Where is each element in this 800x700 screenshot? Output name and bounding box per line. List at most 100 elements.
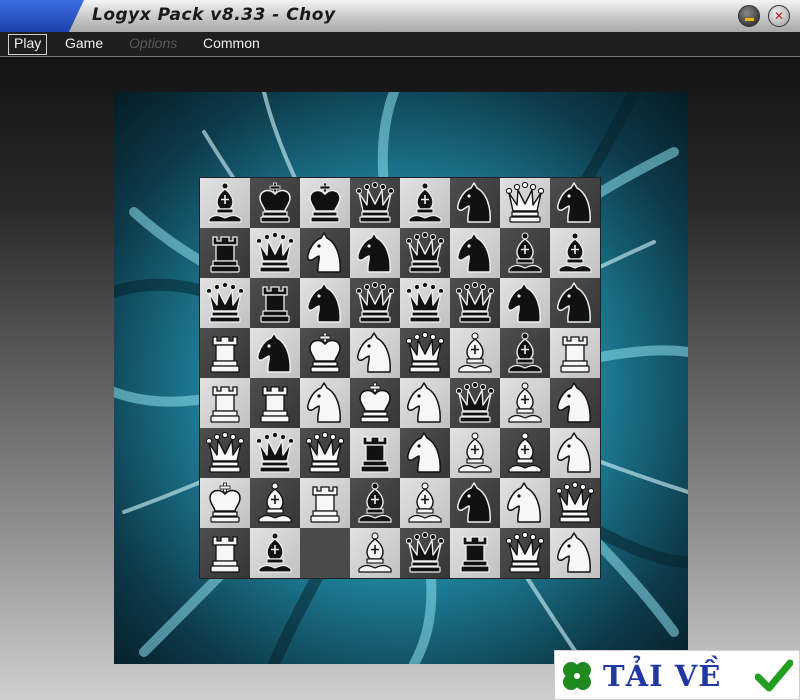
black-rook-icon: [210, 236, 240, 273]
black-queen-icon: [405, 531, 445, 573]
board-cell-white-bishop[interactable]: [500, 428, 550, 478]
board-cell-black-bishop[interactable]: [550, 228, 600, 278]
white-knight-icon: [407, 382, 441, 423]
board-cell-black-rook[interactable]: [200, 228, 250, 278]
menu-bar: Play Game Options Common: [0, 32, 800, 57]
black-knight-icon: [457, 232, 491, 273]
board-cell-white-bishop[interactable]: [450, 328, 500, 378]
menu-game[interactable]: Game: [60, 34, 108, 53]
board-cell-white-knight[interactable]: [550, 528, 600, 578]
board-cell-black-queen[interactable]: [350, 178, 400, 228]
board-cell-black-bishop[interactable]: [400, 178, 450, 228]
white-bishop-icon: [508, 432, 542, 473]
black-knight-icon: [457, 182, 491, 223]
board-cell-white-queen[interactable]: [550, 478, 600, 528]
board-cell-black-knight[interactable]: [450, 228, 500, 278]
board-cell-black-queen[interactable]: [400, 278, 450, 328]
board-cell-black-king[interactable]: [300, 178, 350, 228]
board-cell-black-knight[interactable]: [450, 478, 500, 528]
white-queen-icon: [505, 531, 545, 573]
board-cell-black-bishop[interactable]: [200, 178, 250, 228]
white-bishop-icon: [408, 482, 442, 523]
white-knight-icon: [307, 232, 341, 273]
board-cell-white-queen[interactable]: [500, 528, 550, 578]
board-cell-white-bishop[interactable]: [250, 478, 300, 528]
board-cell-white-king[interactable]: [350, 378, 400, 428]
board-cell-black-queen[interactable]: [250, 228, 300, 278]
board-cell-white-rook[interactable]: [550, 328, 600, 378]
title-bar[interactable]: Logyx Pack v8.33 - Choy ✕: [0, 0, 800, 33]
board-cell-white-bishop[interactable]: [350, 528, 400, 578]
white-rook-icon: [310, 486, 340, 523]
white-rook-icon: [560, 336, 590, 373]
board-cell-white-rook[interactable]: [200, 328, 250, 378]
board-cell-black-queen[interactable]: [350, 278, 400, 328]
black-knight-icon: [307, 282, 341, 323]
board-cell-white-rook[interactable]: [200, 528, 250, 578]
board-cell-black-queen[interactable]: [450, 278, 500, 328]
board-cell-black-knight[interactable]: [500, 278, 550, 328]
board-cell-white-rook[interactable]: [300, 478, 350, 528]
white-queen-icon: [405, 331, 445, 373]
board-cell-white-bishop[interactable]: [450, 428, 500, 478]
board-cell-black-queen[interactable]: [250, 428, 300, 478]
black-knight-icon: [357, 232, 391, 273]
app-window: { "window": { "title": "Logyx Pack v8.33…: [0, 0, 800, 700]
board-cell-white-bishop[interactable]: [400, 478, 450, 528]
board-cell-black-rook[interactable]: [350, 428, 400, 478]
board-cell-white-knight[interactable]: [550, 378, 600, 428]
black-rook-icon: [460, 536, 490, 573]
black-queen-icon: [355, 181, 395, 223]
board-cell-white-queen[interactable]: [400, 328, 450, 378]
board-cell-black-rook[interactable]: [250, 278, 300, 328]
board-cell-black-bishop[interactable]: [500, 328, 550, 378]
board-cell-black-knight[interactable]: [350, 228, 400, 278]
black-knight-icon: [507, 282, 541, 323]
board-cell-white-knight[interactable]: [350, 328, 400, 378]
board-cell-black-knight[interactable]: [550, 278, 600, 328]
board-cell-white-bishop[interactable]: [500, 378, 550, 428]
board-cell-black-queen[interactable]: [400, 228, 450, 278]
board-cell-black-rook[interactable]: [450, 528, 500, 578]
board-cell-black-bishop[interactable]: [500, 228, 550, 278]
board-cell-black-queen[interactable]: [450, 378, 500, 428]
board-cell-white-queen[interactable]: [500, 178, 550, 228]
board-cell-white-rook[interactable]: [250, 378, 300, 428]
board-cell-white-knight[interactable]: [400, 428, 450, 478]
board-cell-black-king[interactable]: [250, 178, 300, 228]
black-queen-icon: [405, 231, 445, 273]
board-cell-black-bishop[interactable]: [250, 528, 300, 578]
black-queen-icon: [355, 281, 395, 323]
board-cell-white-knight[interactable]: [500, 478, 550, 528]
close-icon: ✕: [773, 9, 785, 23]
board-cell-white-king[interactable]: [300, 328, 350, 378]
menu-play[interactable]: Play: [8, 34, 48, 55]
board-cell-white-knight[interactable]: [300, 378, 350, 428]
white-bishop-icon: [358, 532, 392, 573]
menu-common[interactable]: Common: [198, 34, 265, 53]
menu-options: Options: [129, 35, 178, 51]
board-cell-black-knight[interactable]: [450, 178, 500, 228]
black-knight-icon: [557, 282, 591, 323]
board-cell-white-knight[interactable]: [400, 378, 450, 428]
close-button[interactable]: ✕: [768, 5, 790, 27]
black-rook-icon: [360, 436, 390, 473]
board-cell-black-knight[interactable]: [550, 178, 600, 228]
board-cell-black-queen[interactable]: [400, 528, 450, 578]
board-cell-black-bishop[interactable]: [350, 478, 400, 528]
board-cell-white-knight[interactable]: [550, 428, 600, 478]
board-cell-black-knight[interactable]: [250, 328, 300, 378]
black-queen-icon: [205, 281, 245, 323]
board-cell-white-rook[interactable]: [200, 378, 250, 428]
board-cell-white-king[interactable]: [200, 478, 250, 528]
board-cell-black-knight[interactable]: [300, 278, 350, 328]
board-cell-empty[interactable]: [300, 528, 350, 578]
board-cell-black-queen[interactable]: [200, 278, 250, 328]
window-title: Logyx Pack v8.33 - Choy: [92, 5, 336, 25]
board-cell-white-knight[interactable]: [300, 228, 350, 278]
minimize-button[interactable]: [738, 5, 760, 27]
black-bishop-icon: [558, 232, 592, 273]
board-cell-white-queen[interactable]: [300, 428, 350, 478]
download-badge[interactable]: TẢI VỀ: [554, 650, 800, 700]
board-cell-white-queen[interactable]: [200, 428, 250, 478]
